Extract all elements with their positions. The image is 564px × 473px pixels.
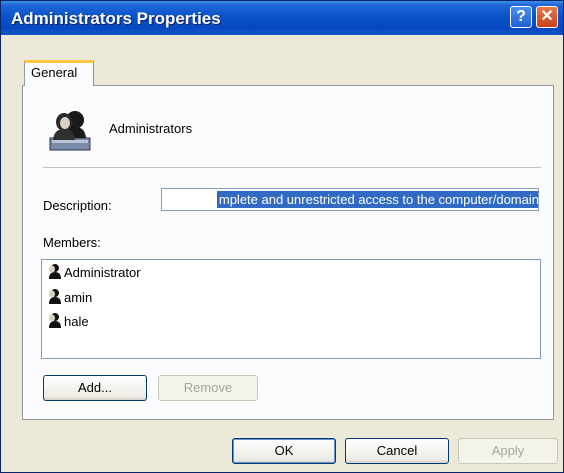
members-label: Members: — [43, 235, 101, 250]
user-icon — [46, 312, 64, 331]
user-group-icon — [48, 108, 92, 157]
list-item[interactable]: hale — [46, 313, 89, 330]
remove-button[interactable]: Remove — [158, 375, 258, 401]
member-name: Administrator — [64, 265, 141, 280]
user-icon — [46, 263, 64, 282]
properties-dialog: Administrators Properties ? ✕ General Ad… — [0, 0, 564, 473]
description-label: Description: — [43, 198, 112, 213]
title-bar[interactable]: Administrators Properties ? ✕ — [1, 1, 563, 35]
members-list[interactable]: Administrator amin hale — [41, 259, 541, 359]
separator — [43, 167, 541, 168]
member-name: amin — [64, 290, 93, 305]
member-name: hale — [64, 314, 89, 329]
tab-panel-general — [22, 85, 554, 420]
add-button[interactable]: Add... — [43, 375, 147, 401]
list-item[interactable]: amin — [46, 289, 92, 306]
group-name: Administrators — [109, 121, 193, 136]
list-item[interactable]: Administrator — [46, 264, 141, 281]
description-field[interactable]: mplete and unrestricted access to the co… — [161, 188, 539, 211]
apply-button[interactable]: Apply — [458, 438, 558, 464]
cancel-button[interactable]: Cancel — [345, 438, 449, 464]
window-title: Administrators Properties — [11, 9, 221, 28]
user-icon — [46, 288, 64, 307]
help-button[interactable]: ? — [510, 6, 532, 28]
description-value: mplete and unrestricted access to the co… — [216, 191, 539, 208]
close-button[interactable]: ✕ — [536, 6, 558, 28]
ok-button[interactable]: OK — [232, 438, 336, 464]
tab-general[interactable]: General — [24, 60, 94, 86]
